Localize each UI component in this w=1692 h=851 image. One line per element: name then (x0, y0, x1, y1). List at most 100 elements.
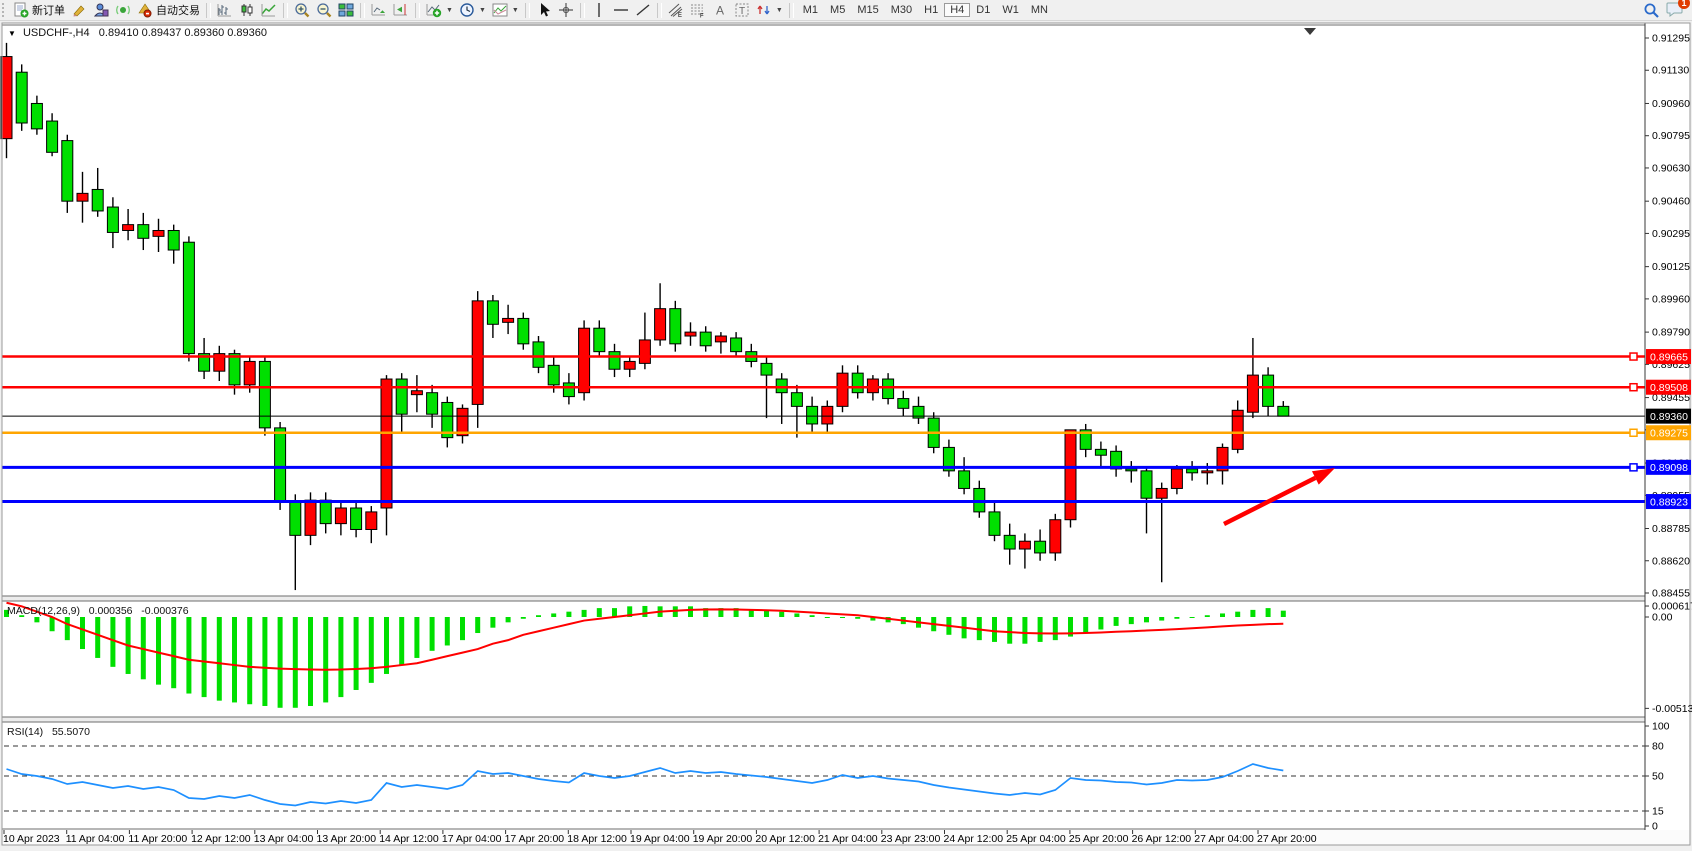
timeframe-D1[interactable]: D1 (970, 3, 996, 17)
candle-bear (761, 363, 772, 375)
auto-trading-icon (137, 2, 153, 18)
time-tick-label: 20 Apr 12:00 (755, 833, 815, 845)
zoom-out-icon (316, 2, 332, 18)
time-tick-label: 19 Apr 20:00 (693, 833, 753, 845)
macd-indicator-label: MACD(12,26,9) 0.000356 -0.000376 (7, 605, 189, 617)
equidistant-channel-button[interactable]: E (665, 1, 687, 19)
profile-icon (93, 2, 109, 18)
time-tick-label: 11 Apr 04:00 (66, 833, 125, 845)
candle-bull (366, 512, 377, 530)
candle-bear (229, 354, 240, 385)
indicators-icon (426, 2, 442, 18)
candle-bear (92, 189, 103, 210)
candle-bear (700, 332, 711, 346)
toolbar-grip[interactable] (2, 3, 8, 17)
candle-bull (153, 230, 164, 236)
candle-bull (503, 318, 514, 322)
candle-bull (1202, 471, 1213, 473)
zoom-in-button[interactable] (291, 1, 313, 19)
timeframe-M30[interactable]: M30 (885, 3, 918, 17)
bar-chart-icon (217, 2, 233, 18)
candle-bear (427, 393, 438, 414)
price-label-value: 0.89098 (1650, 462, 1688, 474)
price-tick-label: 0.91295 (1652, 33, 1690, 45)
cursor-button[interactable] (533, 1, 555, 19)
candle-bull (655, 309, 666, 340)
templates-button[interactable]: ▼ (489, 1, 522, 19)
candle-bull (335, 508, 346, 524)
text-button[interactable]: A (709, 1, 731, 19)
toolbar-separator (657, 3, 662, 18)
candle-bull (822, 406, 833, 424)
svg-text:F: F (700, 14, 704, 19)
line-handle[interactable] (1630, 464, 1637, 471)
price-label-value: 0.88923 (1650, 496, 1688, 508)
timeframe-M15[interactable]: M15 (851, 3, 884, 17)
timeframe-M1[interactable]: M1 (797, 3, 824, 17)
styles-button[interactable] (68, 1, 90, 19)
candle-bull (244, 361, 255, 384)
candle-bull (715, 336, 726, 342)
time-tick-label: 18 Apr 12:00 (567, 833, 627, 845)
chevron-down-icon: ▼ (446, 7, 453, 14)
timeframe-H4[interactable]: H4 (944, 3, 970, 17)
text-label-button[interactable]: T (731, 1, 753, 19)
zoom-out-button[interactable] (313, 1, 335, 19)
line-chart-button[interactable] (258, 1, 280, 19)
price-tick-label: 0.89790 (1652, 327, 1690, 339)
candle-bear (62, 141, 73, 202)
candle-bear (959, 471, 970, 489)
price-tick-label: 0.91130 (1652, 65, 1689, 77)
candle-bear (989, 512, 1000, 535)
timeframe-W1[interactable]: W1 (996, 3, 1025, 17)
search-icon[interactable] (1643, 2, 1660, 19)
candle-bear (31, 103, 42, 128)
svg-text:T: T (739, 6, 745, 17)
chat-badge: 1 (1678, 0, 1690, 9)
rsi-axis-label: 100 (1652, 721, 1670, 733)
indicators-button[interactable]: ▼ (423, 1, 456, 19)
candle-bull (1050, 520, 1061, 553)
crosshair-button[interactable] (555, 1, 577, 19)
price-chart[interactable]: 0.912950.911300.909600.907950.906300.904… (0, 20, 1692, 851)
candle-bear (548, 365, 559, 385)
timeframe-H1[interactable]: H1 (918, 3, 944, 17)
candle-bear (883, 379, 894, 399)
time-tick-label: 26 Apr 12:00 (1132, 833, 1192, 845)
trendline-button[interactable] (632, 1, 654, 19)
periods-button[interactable]: ▼ (456, 1, 489, 19)
candlestick-button[interactable] (236, 1, 258, 19)
auto-trading-button[interactable]: 自动交易 (134, 1, 203, 19)
candle-bear (183, 242, 194, 353)
fibonacci-button[interactable]: F (687, 1, 709, 19)
candle-bull (1, 57, 12, 139)
pencil-icon (71, 2, 87, 18)
candle-bull (579, 328, 590, 392)
new-order-button[interactable]: 新订单 (10, 1, 68, 19)
chat-button[interactable]: 1 (1666, 1, 1684, 20)
candle-bear (609, 352, 620, 370)
bar-chart-button[interactable] (214, 1, 236, 19)
template-icon (492, 2, 508, 18)
line-handle[interactable] (1630, 384, 1637, 391)
profile-button[interactable] (90, 1, 112, 19)
chart-shift-button[interactable] (390, 1, 412, 19)
time-tick-label: 23 Apr 23:00 (881, 833, 941, 845)
timeframe-MN[interactable]: MN (1025, 3, 1054, 17)
price-label-value: 0.89665 (1650, 351, 1688, 363)
arrows-button[interactable]: ▼ (753, 1, 786, 19)
candle-bear (518, 318, 529, 343)
signals-button[interactable] (112, 1, 134, 19)
chart-menu-icon[interactable]: ▼ (8, 29, 16, 38)
timeframe-M5[interactable]: M5 (824, 3, 851, 17)
line-handle[interactable] (1630, 353, 1637, 360)
vertical-line-button[interactable] (588, 1, 610, 19)
candle-bear (898, 399, 909, 409)
auto-scroll-button[interactable] (368, 1, 390, 19)
auto-trading-label: 自动交易 (156, 2, 200, 18)
line-handle[interactable] (1630, 429, 1637, 436)
horizontal-line-button[interactable] (610, 1, 632, 19)
candle-bear (670, 309, 681, 344)
price-label-value: 0.89508 (1650, 382, 1688, 394)
tile-windows-button[interactable] (335, 1, 357, 19)
